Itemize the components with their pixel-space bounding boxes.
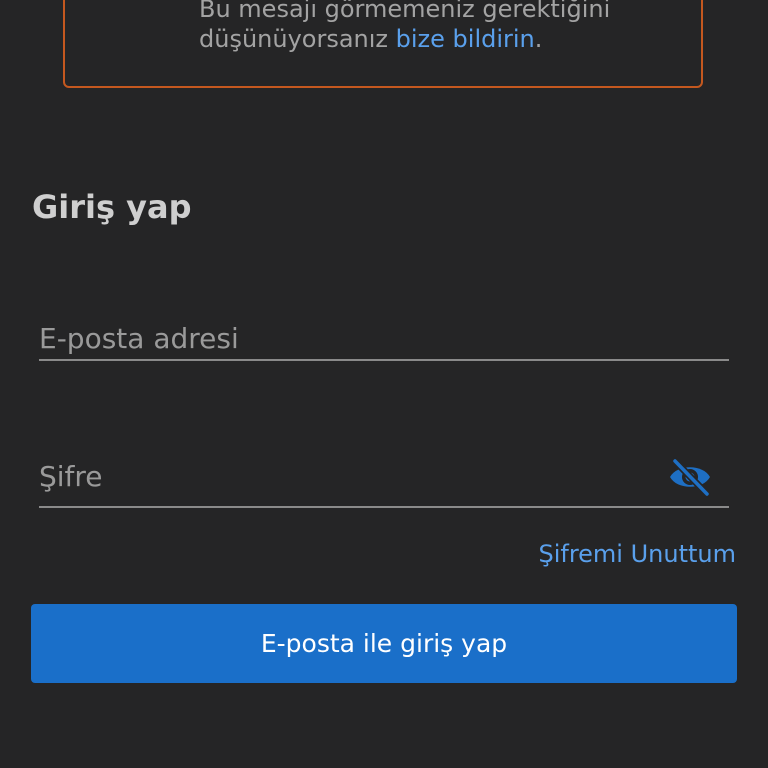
- email-field-container: [39, 318, 729, 361]
- email-field[interactable]: [39, 318, 639, 358]
- report-link[interactable]: bize bildirin: [396, 25, 535, 53]
- page-title: Giriş yap: [32, 188, 192, 226]
- eye-slash-icon[interactable]: [667, 456, 713, 498]
- notice-text: Bu mesajı görmemeniz gerektiğini düşünüy…: [199, 0, 669, 54]
- notice-line-2: düşünüyorsanız: [199, 25, 396, 53]
- login-screen: Bu mesajı görmemeniz gerektiğini düşünüy…: [0, 0, 768, 768]
- warning-notice-box: Bu mesajı görmemeniz gerektiğini düşünüy…: [63, 0, 703, 88]
- password-field-container: [39, 456, 729, 508]
- forgot-password-link[interactable]: Şifremi Unuttum: [538, 540, 736, 568]
- password-field[interactable]: [39, 456, 639, 496]
- notice-line-1: Bu mesajı görmemeniz gerektiğini: [199, 0, 611, 23]
- notice-suffix: .: [534, 25, 543, 53]
- email-login-button[interactable]: E-posta ile giriş yap: [31, 604, 737, 683]
